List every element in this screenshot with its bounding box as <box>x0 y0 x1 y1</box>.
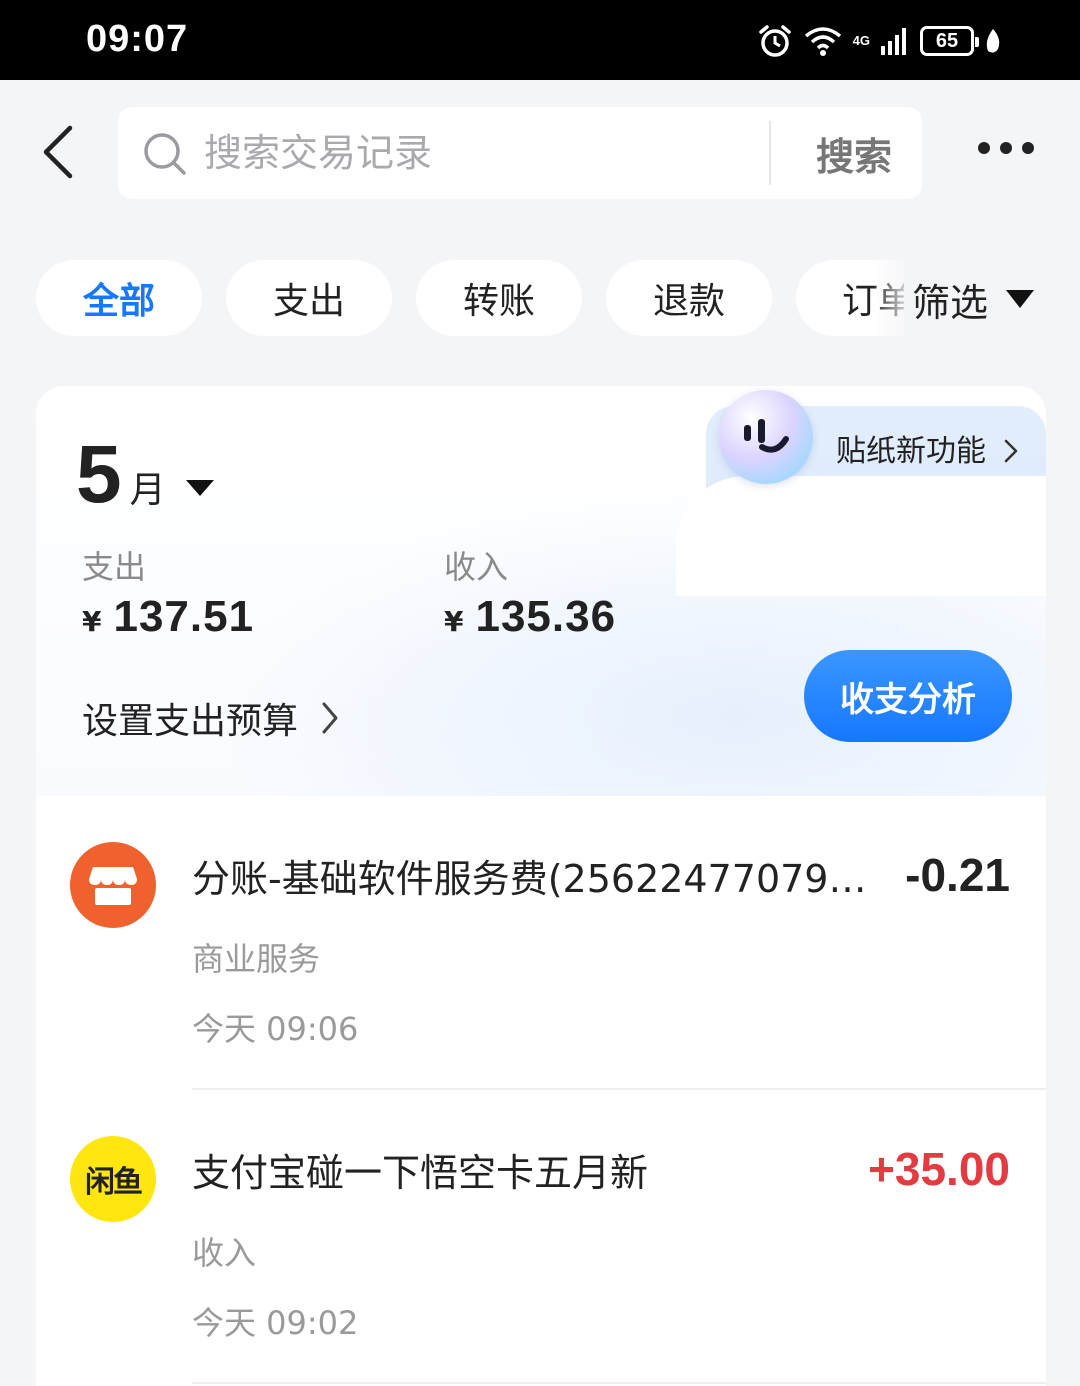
back-button[interactable] <box>36 122 80 182</box>
caret-down-icon <box>185 480 214 496</box>
transaction-category: 收入 <box>192 1234 257 1272</box>
shop-icon <box>70 842 156 928</box>
status-icons: 4G 65 <box>757 20 1002 62</box>
filter-chip-all[interactable]: 全部 <box>36 260 202 336</box>
filter-chip-expense[interactable]: 支出 <box>226 260 392 336</box>
status-bar: 09:07 4G 65 <box>0 0 1080 80</box>
expense-total: ¥ 137.51 <box>82 592 254 642</box>
caret-down-icon <box>1006 290 1035 308</box>
wifi-icon <box>803 24 843 58</box>
filter-button-label: 筛选 <box>912 280 989 325</box>
search-divider <box>769 121 771 185</box>
battery-level: 65 <box>935 29 959 52</box>
battery-icon: 65 <box>920 26 979 56</box>
status-time: 09:07 <box>86 18 189 60</box>
header: 搜索 <box>0 80 1080 230</box>
more-dot-icon <box>978 142 990 154</box>
filter-button[interactable]: 筛选 <box>904 260 1080 338</box>
transaction-amount: +35.00 <box>868 1143 1010 1195</box>
month-selector[interactable]: 5 月 <box>76 434 214 516</box>
income-expense-analysis-button[interactable]: 收支分析 <box>804 650 1012 742</box>
income-total: ¥ 135.36 <box>444 592 616 642</box>
month-number: 5 <box>76 429 122 520</box>
chevron-right-icon <box>322 702 338 734</box>
search-input[interactable] <box>204 125 764 181</box>
signal-icon <box>880 26 910 56</box>
transaction-amount: -0.21 <box>905 849 1010 901</box>
card-curve <box>676 476 1046 596</box>
more-dot-icon <box>1022 142 1034 154</box>
transaction-time: 今天 09:02 <box>192 1304 359 1342</box>
alarm-icon <box>757 23 793 59</box>
currency-symbol: ¥ <box>444 605 464 638</box>
income-label: 收入 <box>444 548 509 586</box>
filter-chip-transfer[interactable]: 转账 <box>416 260 582 336</box>
filter-row: 全部 支出 转账 退款 订单 筛选 <box>0 260 1080 338</box>
network-type: 4G <box>852 33 870 48</box>
transaction-row[interactable]: 分账-基础软件服务费(256224770796... -0.21 商业服务 今天… <box>36 796 1046 1090</box>
month-unit: 月 <box>129 470 166 511</box>
more-options-button[interactable] <box>978 142 1034 154</box>
transaction-title: 分账-基础软件服务费(256224770796... <box>192 857 872 901</box>
search-icon <box>142 131 188 181</box>
leaf-icon <box>984 27 1002 55</box>
back-arrow-icon <box>43 125 73 179</box>
more-dot-icon <box>1000 142 1012 154</box>
transaction-row[interactable]: 闲鱼 支付宝碰一下悟空卡五月新 +35.00 收入 今天 09:02 <box>36 1090 1046 1384</box>
chevron-right-icon <box>1004 439 1017 463</box>
currency-symbol: ¥ <box>82 605 102 638</box>
xianyu-logo: 闲鱼 <box>70 1136 156 1222</box>
transaction-time: 今天 09:06 <box>192 1010 359 1048</box>
sticker-feature-label: 贴纸新功能 <box>836 434 986 469</box>
xianyu-logo-text: 闲鱼 <box>85 1165 143 1200</box>
expense-label: 支出 <box>82 548 147 586</box>
transaction-title: 支付宝碰一下悟空卡五月新 <box>192 1151 649 1195</box>
expense-amount: 137.51 <box>113 592 255 641</box>
sticker-feature-link[interactable]: 贴纸新功能 <box>836 426 1020 470</box>
set-budget-label: 设置支出预算 <box>82 701 299 742</box>
income-amount: 135.36 <box>475 592 617 641</box>
search-box: 搜索 <box>118 107 922 199</box>
transactions-card: 贴纸新功能 5 月 支出 ¥ 137.51 收入 ¥ 135.36 设置支出预算… <box>36 386 1046 1386</box>
filter-chip-refund[interactable]: 退款 <box>606 260 772 336</box>
set-budget-link[interactable]: 设置支出预算 <box>82 692 340 744</box>
month-summary: 贴纸新功能 5 月 支出 ¥ 137.51 收入 ¥ 135.36 设置支出预算… <box>36 386 1046 796</box>
transaction-category: 商业服务 <box>192 940 321 978</box>
sticker-mascot-icon[interactable] <box>719 390 813 484</box>
search-button[interactable]: 搜索 <box>786 107 922 199</box>
